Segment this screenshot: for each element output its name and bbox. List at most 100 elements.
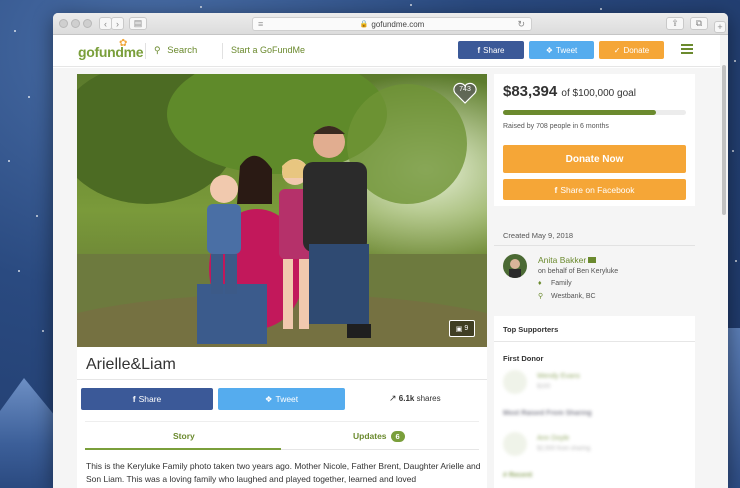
organizer-name: Anita Bakker <box>538 255 587 265</box>
photo-gallery-button[interactable]: ▣ 9 <box>449 320 475 337</box>
raised-by-text: Raised by 708 people in 6 months <box>503 123 609 130</box>
avatar <box>503 432 527 456</box>
location-pin-icon: ⚲ <box>538 293 544 300</box>
campaign-title: Arielle&Liam <box>86 356 176 373</box>
forward-button[interactable]: › <box>111 17 124 30</box>
nav-share-label: Share <box>483 45 505 55</box>
nav-donate-button[interactable]: ✓ Donate <box>599 41 664 59</box>
minimize-window-button[interactable] <box>71 19 80 28</box>
campaign-photo[interactable]: 743 ▣ 9 <box>77 74 487 347</box>
recent-label[interactable]: # Recent <box>503 472 532 479</box>
hamburger-menu-icon[interactable] <box>681 44 693 54</box>
share-facebook-button[interactable]: f Share <box>81 388 213 410</box>
tweet-button[interactable]: ❖ Tweet <box>218 388 345 410</box>
nav-divider <box>222 43 223 59</box>
nav-search-label: Search <box>167 45 198 56</box>
tweet-label: Tweet <box>275 394 299 404</box>
divider <box>494 245 695 246</box>
start-gofundme-link[interactable]: Start a GoFundMe <box>231 45 305 55</box>
twitter-icon: ❖ <box>264 393 273 404</box>
donate-now-button[interactable]: Donate Now <box>503 145 686 173</box>
share-page-button[interactable]: ⇪ <box>666 17 684 30</box>
category-row: ♦ Family <box>538 280 572 287</box>
campaign-page: 743 ▣ 9 Arielle&Liam f Share ❖ Tweet ↗ 6… <box>53 68 720 488</box>
sidebar-icon: ▤ <box>133 18 143 28</box>
nav-search-link[interactable]: ⚲ Search <box>154 45 197 56</box>
nav-donate-label: Donate <box>623 45 650 55</box>
tab-updates-label: Updates <box>353 431 387 441</box>
address-bar[interactable]: ≡ 🔒 gofundme.com ↻ <box>252 17 532 31</box>
zoom-window-button[interactable] <box>83 19 92 28</box>
flower-icon: ✿ <box>119 38 128 49</box>
progress-fill <box>503 110 656 115</box>
story-text: This is the Keryluke Family photo taken … <box>86 461 481 484</box>
scrollbar-thumb[interactable] <box>722 65 726 215</box>
top-supporters-header: Top Supporters <box>494 316 695 342</box>
list-item[interactable]: Ann Doyle $2,500 from sharing <box>503 432 683 458</box>
divider <box>281 449 479 450</box>
goal-text: of $100,000 goal <box>561 88 636 99</box>
close-window-button[interactable] <box>59 19 68 28</box>
family-photo-image <box>77 74 487 347</box>
category-text: Family <box>551 280 572 287</box>
share-icon: ⇪ <box>671 18 679 28</box>
tabs-overview-button[interactable]: ⧉ <box>690 17 708 30</box>
favorite-heart-button[interactable]: 743 <box>453 82 477 104</box>
created-date: Created May 9, 2018 <box>503 231 574 240</box>
location-row: ⚲ Westbank, BC <box>538 292 596 301</box>
raised-amount: $83,394 of $100,000 goal <box>503 83 636 100</box>
avatar <box>503 370 527 394</box>
camera-icon: ▣ <box>455 325 463 333</box>
donors-list: First Donor Wendy Evans $100 Most Raised… <box>494 342 695 488</box>
gofundme-logo[interactable]: gofundme <box>78 44 144 60</box>
donation-card: $83,394 of $100,000 goal Raised by 708 p… <box>494 74 695 206</box>
plus-icon: + <box>717 22 723 32</box>
facebook-icon: f <box>554 184 558 195</box>
organizer-name-link[interactable]: Anita Bakker <box>538 255 597 265</box>
site-navbar: gofundme ✿ ⚲ Search Start a GoFundMe f S… <box>53 35 720 67</box>
facebook-icon: f <box>132 394 136 404</box>
sharer-name: Ann Doyle <box>537 435 570 442</box>
nav-share-facebook-button[interactable]: f Share <box>458 41 524 59</box>
twitter-icon: ❖ <box>545 45 553 55</box>
organizer-avatar[interactable] <box>503 254 527 278</box>
progress-bar <box>503 110 686 115</box>
chevron-left-icon: ‹ <box>104 18 107 29</box>
top-supporters-label: Top Supporters <box>503 325 559 334</box>
share-on-facebook-button[interactable]: f Share on Facebook <box>503 179 686 200</box>
trending-icon: ↗ <box>389 393 397 403</box>
heart-count: 743 <box>459 86 471 93</box>
active-tab-indicator <box>85 448 281 450</box>
tab-story[interactable]: Story <box>173 431 195 441</box>
reload-icon[interactable]: ↻ <box>517 19 525 30</box>
page-scrollbar[interactable] <box>720 35 728 488</box>
facebook-icon: f <box>477 45 481 55</box>
nav-tweet-label: Tweet <box>555 45 578 55</box>
list-item[interactable]: Wendy Evans $100 <box>503 370 683 396</box>
reader-menu-icon[interactable]: ≡ <box>258 19 263 29</box>
new-tab-button[interactable]: + <box>714 21 726 33</box>
check-icon: ✓ <box>613 45 621 55</box>
search-icon: ⚲ <box>154 45 161 55</box>
mail-icon[interactable] <box>588 257 597 263</box>
tag-icon: ♦ <box>538 280 542 287</box>
browser-window: ‹ › ▤ ≡ 🔒 gofundme.com ↻ ⇪ ⧉ + gofundme … <box>53 13 728 488</box>
most-raised-label: Most Raised From Sharing <box>503 410 592 417</box>
chevron-right-icon: › <box>116 18 119 29</box>
share-label: Share <box>138 394 162 404</box>
updates-count-badge: 6 <box>390 431 405 442</box>
shares-number: 6.1k <box>398 394 415 403</box>
campaign-main: Arielle&Liam f Share ❖ Tweet ↗ 6.1k shar… <box>77 347 487 488</box>
on-behalf-text: on behalf of Ben Keryluke <box>538 268 619 275</box>
donor-amount: $100 <box>537 384 551 390</box>
tab-updates[interactable]: Updates 6 <box>353 431 405 442</box>
shares-count: ↗ 6.1k shares <box>389 393 441 404</box>
nav-divider <box>145 43 146 59</box>
divider <box>77 379 487 380</box>
sidebar-toggle-button[interactable]: ▤ <box>129 17 147 30</box>
first-donor-label: First Donor <box>503 354 544 363</box>
logo-text-go: go <box>78 44 95 60</box>
nav-tweet-button[interactable]: ❖ Tweet <box>529 41 594 59</box>
shares-label: shares <box>416 394 441 403</box>
divider <box>85 421 479 422</box>
